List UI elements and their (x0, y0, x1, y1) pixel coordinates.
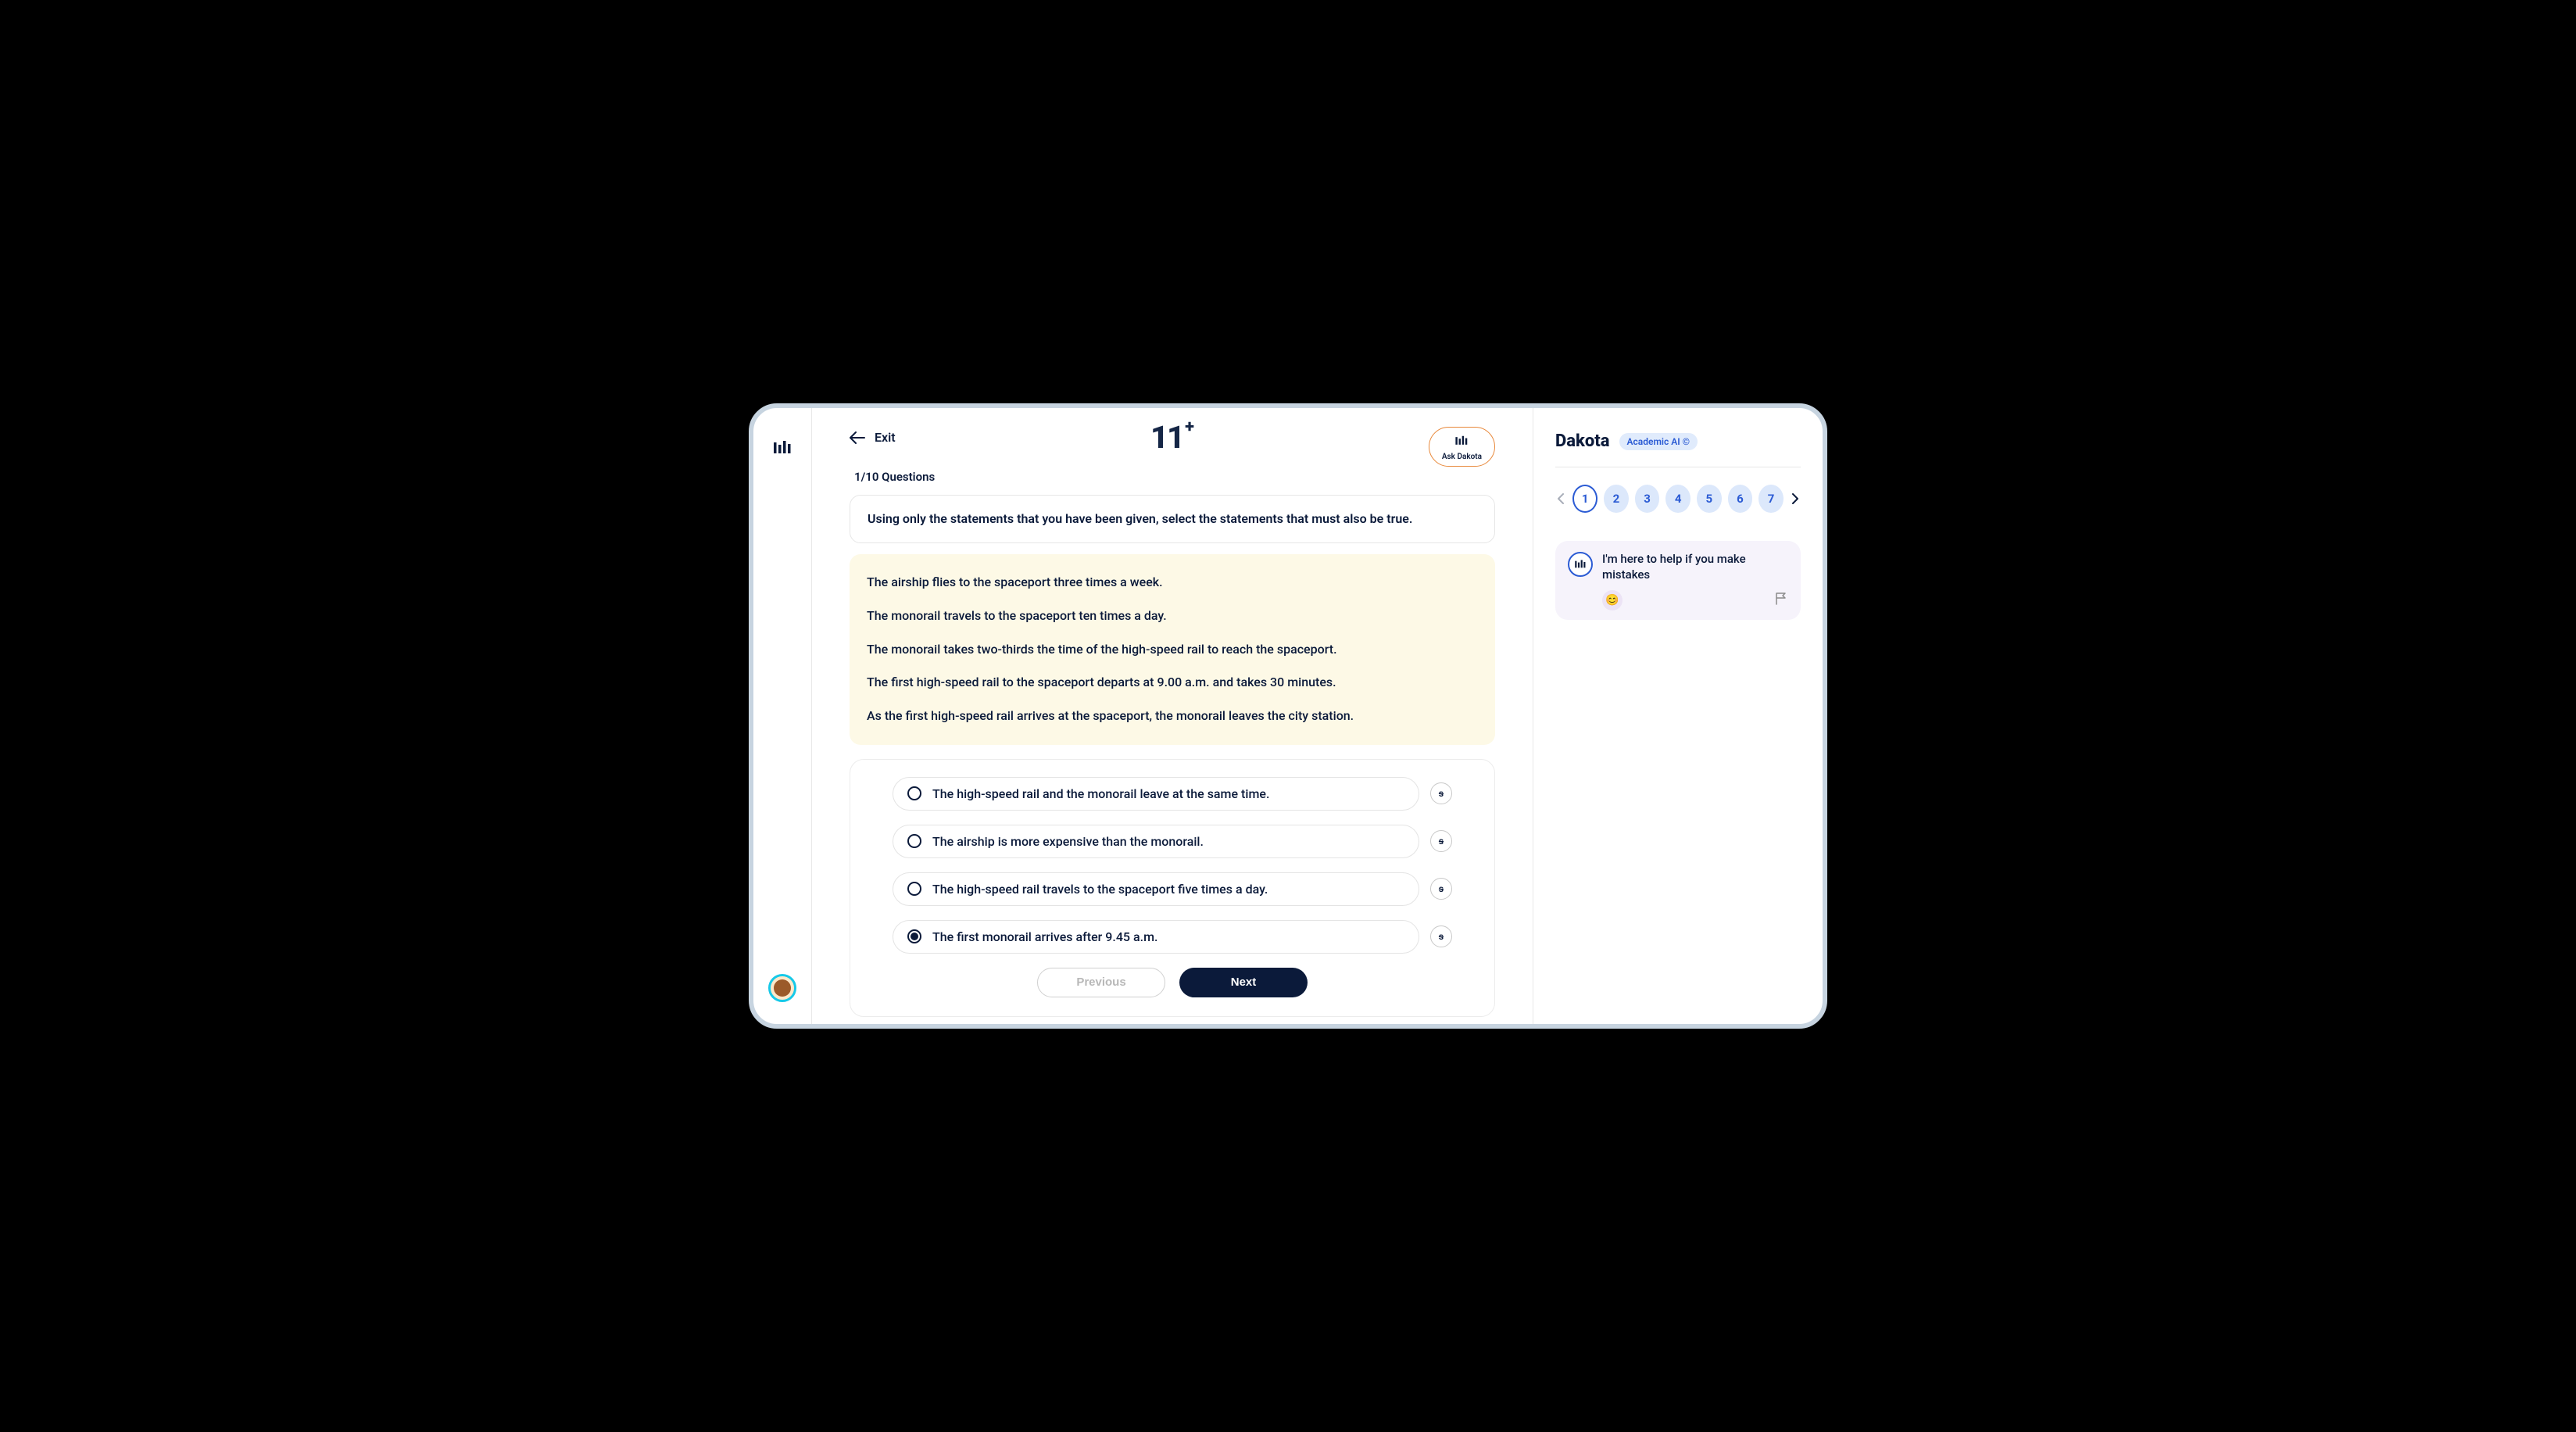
passage-line: The monorail takes two-thirds the time o… (867, 640, 1478, 660)
passage-line: The monorail travels to the spaceport te… (867, 607, 1478, 626)
chevron-right-icon[interactable] (1790, 492, 1801, 505)
question-counter: 1/10 Questions (854, 470, 1495, 484)
answer-row: The high-speed rail travels to the space… (893, 872, 1452, 906)
user-avatar[interactable] (768, 974, 796, 1002)
assistant-name: Dakota (1555, 431, 1610, 451)
answer-text: The first monorail arrives after 9.45 a.… (932, 929, 1157, 944)
previous-button[interactable]: Previous (1037, 968, 1165, 997)
passage-line: The airship flies to the spaceport three… (867, 573, 1478, 592)
logo-bars-icon (772, 438, 792, 458)
left-rail (753, 408, 812, 1024)
app-logo: 11 + (1150, 419, 1194, 456)
answer-option-2[interactable]: The airship is more expensive than the m… (893, 825, 1419, 858)
sidebar-panel: Dakota Academic AI © 1 2 3 4 5 6 7 (1533, 408, 1823, 1024)
radio-icon (907, 882, 921, 896)
next-button[interactable]: Next (1179, 968, 1308, 997)
arrow-left-icon (850, 431, 865, 444)
chevron-left-icon[interactable] (1555, 492, 1566, 505)
assistant-avatar-icon (1568, 552, 1593, 577)
question-prompt-box: Using only the statements that you have … (850, 495, 1495, 543)
question-nav: 1 2 3 4 5 6 7 (1555, 485, 1801, 513)
radio-icon (907, 929, 921, 943)
react-emoji-button[interactable]: 😊 (1602, 590, 1623, 610)
answer-option-3[interactable]: The high-speed rail travels to the space… (893, 872, 1419, 906)
nav-buttons: Previous Next (893, 968, 1452, 997)
bars-icon (1454, 434, 1469, 451)
answer-option-4[interactable]: The first monorail arrives after 9.45 a.… (893, 920, 1419, 954)
question-nav-1[interactable]: 1 (1572, 485, 1597, 513)
passage-line: The first high-speed rail to the spacepo… (867, 673, 1478, 693)
answer-row: The first monorail arrives after 9.45 a.… (893, 920, 1452, 954)
logo-main: 11 (1150, 419, 1183, 456)
ask-dakota-button[interactable]: Ask Dakota (1429, 427, 1495, 467)
ask-dakota-label: Ask Dakota (1442, 453, 1482, 461)
passage-line: As the first high-speed rail arrives at … (867, 707, 1478, 726)
strike-button[interactable]: s (1430, 782, 1452, 804)
answers-container: The high-speed rail and the monorail lea… (850, 759, 1495, 1017)
strike-button[interactable]: s (1430, 830, 1452, 852)
passage-box: The airship flies to the spaceport three… (850, 554, 1495, 745)
flag-icon[interactable] (1774, 592, 1788, 609)
answer-text: The high-speed rail travels to the space… (932, 882, 1268, 897)
answer-row: The high-speed rail and the monorail lea… (893, 777, 1452, 811)
assistant-message-bubble: I'm here to help if you make mistakes 😊 (1555, 541, 1801, 620)
answer-option-1[interactable]: The high-speed rail and the monorail lea… (893, 777, 1419, 811)
question-nav-4[interactable]: 4 (1665, 485, 1690, 513)
strike-button[interactable]: s (1430, 925, 1452, 947)
question-nav-7[interactable]: 7 (1758, 485, 1784, 513)
question-nav-3[interactable]: 3 (1635, 485, 1660, 513)
radio-icon (907, 786, 921, 800)
strike-button[interactable]: s (1430, 878, 1452, 900)
question-nav-5[interactable]: 5 (1697, 485, 1722, 513)
top-bar: Exit 11 + Ask Dakota (850, 430, 1495, 445)
question-nav-2[interactable]: 2 (1604, 485, 1629, 513)
app-frame: Exit 11 + Ask Dakota 1/10 Questions (749, 403, 1827, 1029)
sidebar-header: Dakota Academic AI © (1555, 431, 1801, 467)
radio-icon (907, 834, 921, 848)
answer-row: The airship is more expensive than the m… (893, 825, 1452, 858)
exit-label: Exit (875, 430, 896, 445)
exit-button[interactable]: Exit (850, 430, 896, 445)
answer-text: The airship is more expensive than the m… (932, 834, 1204, 849)
academic-ai-badge: Academic AI © (1619, 433, 1698, 450)
logo-plus: + (1185, 417, 1194, 437)
question-nav-6[interactable]: 6 (1728, 485, 1753, 513)
question-prompt: Using only the statements that you have … (868, 510, 1477, 528)
answer-text: The high-speed rail and the monorail lea… (932, 786, 1269, 801)
assistant-message: I'm here to help if you make mistakes (1602, 552, 1788, 582)
main-panel: Exit 11 + Ask Dakota 1/10 Questions (812, 408, 1533, 1024)
